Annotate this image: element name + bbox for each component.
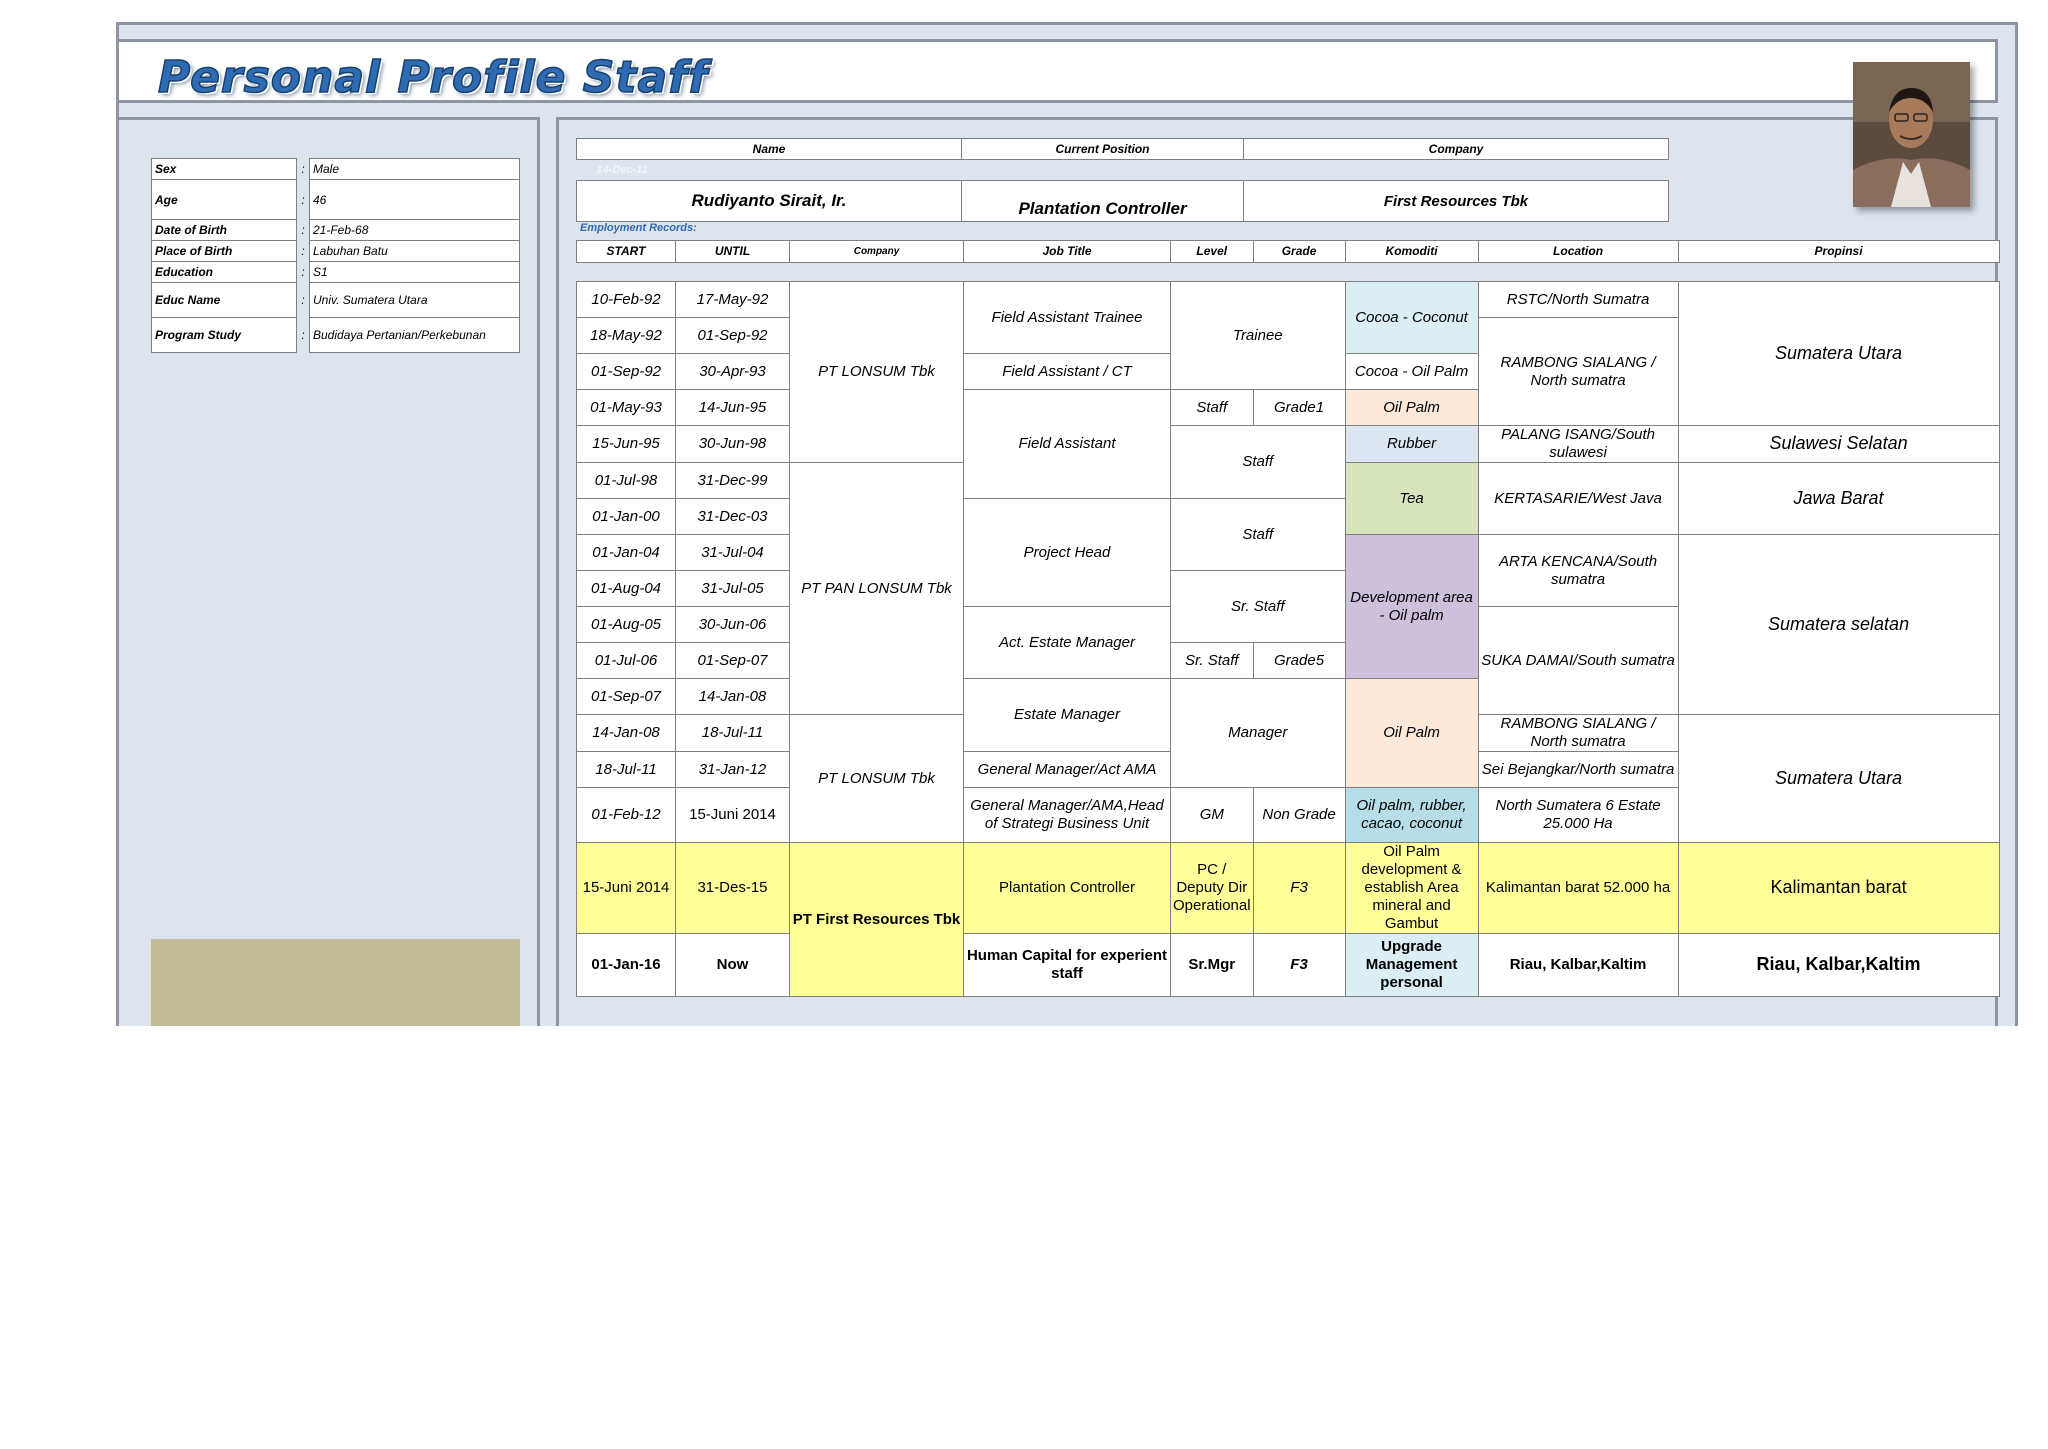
- summary-table: Name Current Position Company 14-Dec-11 …: [576, 138, 1669, 222]
- page-title: Personal Profile Staff: [157, 51, 709, 104]
- employment-header-row: START UNTIL Company Job Title Level Grad…: [576, 240, 2000, 263]
- employee-name: Rudiyanto Sirait, Ir.: [576, 180, 962, 222]
- current-position: Plantation Controller: [961, 180, 1244, 222]
- profile-row-education: Education : S1: [151, 261, 520, 283]
- col-job-title: Job Title: [963, 240, 1171, 263]
- profile-label: Program Study: [151, 317, 297, 353]
- portrait-image: [1853, 62, 1970, 207]
- table-row: 10-Feb-92 17-May-92 PT LONSUM Tbk Field …: [576, 281, 2000, 463]
- employment-table: START UNTIL Company Job Title Level Grad…: [576, 240, 2000, 997]
- table-row: 15-Juni 2014 31-Des-15 PT First Resource…: [576, 842, 2000, 997]
- col-company: Company: [789, 240, 964, 263]
- col-komoditi: Komoditi: [1344, 240, 1479, 263]
- notes-area: [151, 939, 520, 1026]
- profile-photo: [1853, 62, 1970, 207]
- profile-value: Univ. Sumatera Utara: [309, 282, 520, 318]
- profile-label: Educ Name: [151, 282, 297, 318]
- profile-label: Age: [151, 179, 297, 220]
- employment-records-label: Employment Records:: [580, 222, 697, 234]
- profile-value: S1: [309, 261, 520, 283]
- profile-row-pob: Place of Birth : Labuhan Batu: [151, 240, 520, 262]
- col-until: UNTIL: [675, 240, 790, 263]
- profile-row-sex: Sex : Male: [151, 158, 520, 180]
- company-cell: PT LONSUM Tbk: [789, 281, 964, 463]
- company-name: First Resources Tbk: [1243, 180, 1669, 222]
- profile-value: Budidaya Pertanian/Perkebunan: [309, 317, 520, 353]
- profile-label: Date of Birth: [151, 219, 297, 241]
- company-cell: PT LONSUM Tbk: [789, 714, 964, 843]
- profile-table: Sex : Male Age : 46 Date of Birth : 21-F…: [151, 158, 520, 353]
- profile-row-age: Age : 46: [151, 179, 520, 220]
- profile-value: 21-Feb-68: [309, 219, 520, 241]
- col-start: START: [576, 240, 676, 263]
- faint-date: 14-Dec-11: [576, 159, 962, 181]
- company-cell: PT First Resources Tbk: [789, 842, 964, 997]
- profile-value: Male: [309, 158, 520, 180]
- company-header: Company: [1243, 138, 1669, 160]
- profile-label: Sex: [151, 158, 297, 180]
- profile-label: Place of Birth: [151, 240, 297, 262]
- profile-row-dob: Date of Birth : 21-Feb-68: [151, 219, 520, 241]
- profile-label: Education: [151, 261, 297, 283]
- col-level: Level: [1170, 240, 1254, 263]
- position-header: Current Position: [961, 138, 1244, 160]
- col-grade: Grade: [1252, 240, 1346, 263]
- profile-row-program: Program Study : Budidaya Pertanian/Perke…: [151, 317, 520, 353]
- col-propinsi: Propinsi: [1677, 240, 2000, 263]
- profile-value: Labuhan Batu: [309, 240, 520, 262]
- profile-row-educ-name: Educ Name : Univ. Sumatera Utara: [151, 282, 520, 318]
- name-header: Name: [576, 138, 962, 160]
- profile-value: 46: [309, 179, 520, 220]
- company-cell: PT PAN LONSUM Tbk: [789, 462, 964, 715]
- col-location: Location: [1477, 240, 1679, 263]
